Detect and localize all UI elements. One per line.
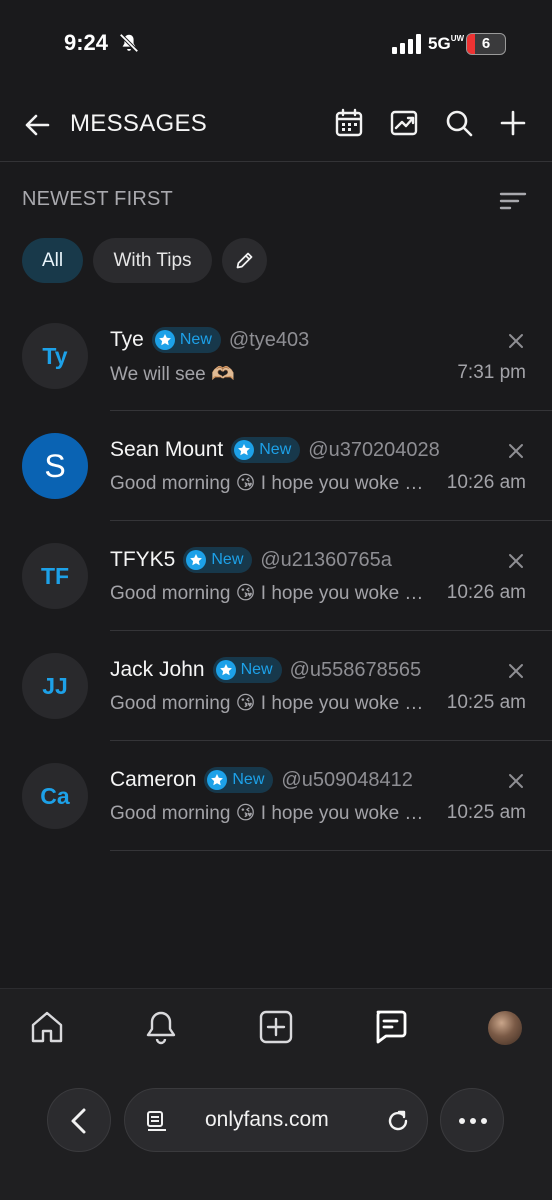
filter-chip-all[interactable]: All	[22, 238, 83, 283]
contact-handle: @u509048412	[281, 768, 413, 791]
contact-name[interactable]: TFYK5	[110, 548, 175, 572]
message-preview: Good morning 😘 I hope you woke …	[110, 473, 424, 494]
new-badge-label: New	[179, 331, 212, 348]
contact-name[interactable]: Jack John	[110, 658, 205, 682]
page-title: MESSAGES	[70, 110, 208, 137]
plus-icon[interactable]	[498, 108, 528, 138]
chart-image-icon[interactable]	[389, 108, 419, 138]
verified-star-icon	[207, 770, 228, 790]
message-preview: Good morning 😘 I hope you woke …	[110, 583, 424, 604]
verified-star-icon	[186, 550, 207, 570]
verified-star-icon	[154, 330, 175, 350]
sort-label: NEWEST FIRST	[22, 188, 173, 210]
message-time: 7:31 pm	[457, 362, 526, 383]
new-badge-label: New	[211, 551, 244, 568]
signal-icon	[392, 34, 421, 54]
conversation-header: TFYK5 New @u21360765a	[110, 545, 392, 575]
edit-filters-button[interactable]	[222, 238, 267, 283]
add-post-icon[interactable]	[258, 1009, 294, 1045]
conversation-row[interactable]: S Sean Mount New @u370204028 Good morning 😘 …	[0, 412, 552, 522]
filter-chip-with-tips[interactable]: With Tips	[93, 238, 212, 283]
messages-icon[interactable]	[372, 1009, 408, 1045]
back-arrow-icon[interactable]	[22, 110, 52, 140]
contact-name[interactable]: Tye	[110, 328, 144, 352]
bell-off-icon	[119, 33, 139, 53]
conversation-row[interactable]: TF TFYK5 New @u21360765a Good morning 😘 I ho…	[0, 522, 552, 632]
contact-handle: @u558678565	[289, 658, 422, 681]
status-bar: 9:24 5GUW 6	[0, 0, 552, 90]
bell-icon[interactable]	[143, 1009, 179, 1045]
status-time: 9:24	[64, 30, 109, 55]
new-badge: New	[231, 437, 301, 463]
new-badge-label: New	[232, 771, 265, 788]
close-icon[interactable]	[506, 661, 526, 681]
page-info-icon[interactable]	[145, 1109, 169, 1133]
contact-name[interactable]: Cameron	[110, 768, 196, 792]
search-icon[interactable]	[444, 108, 474, 138]
conversation-header: Jack John New @u558678565	[110, 655, 421, 685]
divider	[110, 850, 552, 851]
divider	[110, 410, 552, 411]
new-badge: New	[183, 547, 253, 573]
contact-handle: @u370204028	[308, 438, 440, 461]
divider	[110, 630, 552, 631]
new-badge-label: New	[259, 441, 292, 458]
message-time: 10:25 am	[446, 802, 526, 823]
chevron-left-icon	[71, 1108, 86, 1134]
contact-handle: @tye403	[228, 328, 310, 351]
message-preview: Good morning 😘 I hope you woke …	[110, 693, 424, 714]
verified-star-icon	[234, 440, 255, 460]
battery-icon: 6	[466, 33, 506, 55]
conversation-row[interactable]: Ca Cameron New @u509048412 Good morning 😘 I …	[0, 742, 552, 852]
url-text: onlyfans.com	[205, 1108, 329, 1131]
message-preview: Good morning 😘 I hope you woke …	[110, 803, 424, 824]
header: MESSAGES	[0, 90, 552, 162]
more-icon	[459, 1118, 487, 1124]
avatar[interactable]: S	[22, 433, 88, 499]
close-icon[interactable]	[506, 331, 526, 351]
close-icon[interactable]	[506, 441, 526, 461]
sort-icon[interactable]	[498, 186, 528, 216]
calendar-icon[interactable]	[334, 108, 364, 138]
avatar[interactable]: Ca	[22, 763, 88, 829]
close-icon[interactable]	[506, 771, 526, 791]
new-badge-label: New	[240, 661, 273, 678]
browser-back-button[interactable]	[47, 1088, 111, 1152]
pencil-icon	[236, 252, 253, 269]
new-badge: New	[151, 327, 221, 353]
new-badge: New	[204, 767, 274, 793]
conversation-header: Cameron New @u509048412	[110, 765, 413, 795]
divider	[110, 520, 552, 521]
conversation-row[interactable]: Ty Tye New @tye403 We will see 🫶🏼 7:31 pm	[0, 302, 552, 412]
avatar[interactable]: JJ	[22, 653, 88, 719]
contact-handle: @u21360765a	[260, 548, 392, 571]
divider	[110, 740, 552, 741]
avatar[interactable]: Ty	[22, 323, 88, 389]
profile-avatar[interactable]	[488, 1011, 522, 1045]
url-bar[interactable]: onlyfans.com	[124, 1088, 428, 1152]
close-icon[interactable]	[506, 551, 526, 571]
new-badge: New	[212, 657, 282, 683]
message-time: 10:25 am	[446, 692, 526, 713]
avatar[interactable]: TF	[22, 543, 88, 609]
network-label: 5GUW	[428, 34, 465, 53]
browser-menu-button[interactable]	[440, 1088, 504, 1152]
message-time: 10:26 am	[446, 582, 526, 603]
conversation-row[interactable]: JJ Jack John New @u558678565 Good morning 😘 …	[0, 632, 552, 742]
battery-level: 6	[481, 35, 491, 52]
conversation-header: Sean Mount New @u370204028	[110, 435, 440, 465]
message-time: 10:26 am	[446, 472, 526, 493]
message-preview: We will see 🫶🏼	[110, 364, 235, 385]
conversation-header: Tye New @tye403	[110, 325, 309, 355]
verified-star-icon	[215, 660, 236, 680]
home-icon[interactable]	[29, 1009, 65, 1045]
reload-icon[interactable]	[385, 1108, 411, 1134]
contact-name[interactable]: Sean Mount	[110, 438, 223, 462]
